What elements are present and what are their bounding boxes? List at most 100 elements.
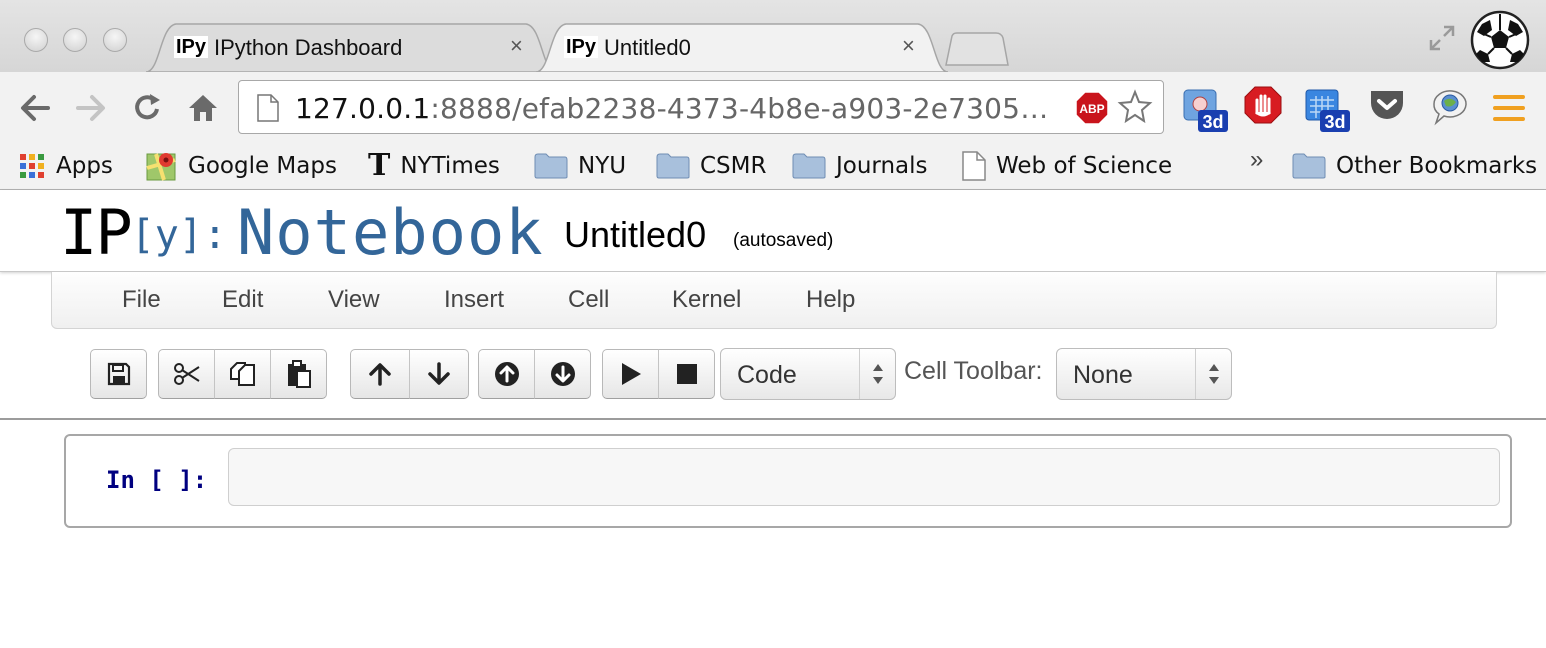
- cell-toolbar-select[interactable]: None: [1056, 348, 1232, 400]
- bookmark-nytimes[interactable]: T NYTimes: [368, 148, 500, 184]
- notebook-menubar: File Edit View Insert Cell Kernel Help: [51, 272, 1497, 329]
- circle-arrow-down-icon: [550, 362, 575, 386]
- notebook-name[interactable]: Untitled0: [564, 214, 706, 256]
- logo-y: [y]:: [130, 212, 227, 258]
- interrupt-kernel-button[interactable]: [658, 349, 715, 399]
- logo-ip: IP: [60, 196, 133, 269]
- bookmark-web-of-science[interactable]: Web of Science: [962, 148, 1172, 184]
- bookmark-nyu[interactable]: NYU: [534, 148, 626, 184]
- tab-close-icon[interactable]: ×: [510, 34, 523, 58]
- bookmark-other-bookmarks[interactable]: Other Bookmarks: [1292, 148, 1537, 184]
- calendar-3d-extension-icon[interactable]: 3d: [1304, 86, 1354, 134]
- menu-file[interactable]: File: [122, 286, 161, 314]
- bookmark-csmr[interactable]: CSMR: [656, 148, 766, 184]
- logo-notebook: Notebook: [236, 196, 544, 269]
- bookmark-label: CSMR: [700, 153, 767, 179]
- window-zoom-button[interactable]: [103, 28, 127, 52]
- google-maps-icon: [146, 153, 176, 181]
- stop-icon: [676, 364, 697, 384]
- folder-icon: [792, 153, 826, 179]
- address-bar[interactable]: 127.0.0.1:8888/efab2238-4373-4b8e-a903-2…: [238, 80, 1164, 134]
- url-text[interactable]: 127.0.0.1:8888/efab2238-4373-4b8e-a903-2…: [295, 92, 1048, 125]
- cell-toolbar-label: Cell Toolbar:: [904, 357, 1043, 385]
- tab-ipython-dashboard[interactable]: IPy IPython Dashboard ×: [146, 22, 556, 72]
- select-arrows-icon: [859, 349, 895, 399]
- pocket-icon[interactable]: [1368, 86, 1406, 124]
- fullscreen-icon[interactable]: [1428, 24, 1456, 52]
- toolbar-divider: [0, 418, 1546, 420]
- page-icon: [962, 151, 986, 181]
- bookmark-journals[interactable]: Journals: [792, 148, 928, 184]
- reload-icon[interactable]: [130, 92, 164, 124]
- bookmarks-bar: Apps Google Maps T NYTimes NYU CSMR Jour…: [0, 142, 1546, 190]
- bookmarks-overflow-icon[interactable]: »: [1250, 146, 1263, 174]
- insert-cell-below-button[interactable]: [534, 349, 591, 399]
- menu-insert[interactable]: Insert: [444, 286, 504, 314]
- tab-untitled0[interactable]: IPy Untitled0 ×: [536, 22, 948, 72]
- speech-globe-icon[interactable]: [1430, 86, 1470, 126]
- clipboard-icon: [287, 360, 311, 388]
- save-button[interactable]: [90, 349, 147, 399]
- floppy-disk-icon: [107, 362, 130, 386]
- page-icon: [257, 94, 279, 122]
- bookmark-label: NYU: [578, 153, 627, 179]
- cell-input-editor[interactable]: [228, 448, 1500, 506]
- select-arrows-icon: [1195, 349, 1231, 399]
- menu-kernel[interactable]: Kernel: [672, 286, 741, 314]
- ipython-logo[interactable]: IP[y]: Notebook: [60, 196, 544, 269]
- bookmark-star-icon[interactable]: [1117, 89, 1153, 125]
- home-icon[interactable]: [186, 92, 220, 124]
- cell-type-select[interactable]: Code: [720, 348, 896, 400]
- cell-type-value: Code: [737, 361, 797, 389]
- adblock-plus-icon[interactable]: ABP: [1075, 91, 1109, 125]
- save-group: [90, 349, 147, 399]
- notebook-header: IP[y]: Notebook Untitled0 (autosaved): [0, 190, 1546, 272]
- url-host: 127.0.0.1: [295, 92, 431, 125]
- bookmark-label: NYTimes: [400, 153, 500, 179]
- menu-edit[interactable]: Edit: [222, 286, 263, 314]
- calendar-extension-icon[interactable]: 3d: [1182, 86, 1232, 134]
- edit-group: [158, 349, 327, 399]
- hamburger-menu-icon[interactable]: [1492, 92, 1526, 124]
- scissors-icon: [173, 363, 200, 385]
- tab-close-icon[interactable]: ×: [902, 34, 915, 58]
- insert-group: [478, 349, 591, 399]
- bookmark-google-maps[interactable]: Google Maps: [146, 148, 337, 184]
- arrow-down-icon: [428, 362, 450, 385]
- profile-avatar-icon[interactable]: [1470, 10, 1530, 70]
- move-cell-down-button[interactable]: [409, 349, 469, 399]
- paste-button[interactable]: [270, 349, 327, 399]
- nytimes-icon: T: [368, 148, 391, 183]
- tab-title: Untitled0: [604, 35, 691, 60]
- bookmark-label: Google Maps: [188, 153, 337, 179]
- forward-arrow-icon[interactable]: [74, 92, 108, 124]
- bookmark-label: Other Bookmarks: [1336, 153, 1538, 179]
- window-minimize-button[interactable]: [63, 28, 87, 52]
- new-tab-button[interactable]: [944, 32, 1010, 66]
- bookmark-apps[interactable]: Apps: [18, 148, 113, 184]
- circle-arrow-up-icon: [494, 362, 519, 386]
- input-prompt: In [ ]:: [106, 466, 208, 494]
- run-cell-button[interactable]: [602, 349, 659, 399]
- adblock-hand-icon[interactable]: [1244, 86, 1282, 124]
- arrow-up-icon: [369, 363, 391, 386]
- bookmark-label: Web of Science: [996, 153, 1173, 179]
- copy-icon: [229, 362, 255, 386]
- code-cell[interactable]: In [ ]:: [64, 434, 1512, 528]
- copy-button[interactable]: [214, 349, 271, 399]
- insert-cell-above-button[interactable]: [478, 349, 535, 399]
- cut-button[interactable]: [158, 349, 215, 399]
- window-close-button[interactable]: [24, 28, 48, 52]
- play-icon: [621, 363, 641, 385]
- run-group: [602, 349, 715, 399]
- tab-favicon-ipy: IPy: [174, 36, 209, 58]
- browser-toolbar: 127.0.0.1:8888/efab2238-4373-4b8e-a903-2…: [0, 72, 1546, 142]
- tab-title: IPython Dashboard: [214, 35, 403, 60]
- move-cell-up-button[interactable]: [350, 349, 410, 399]
- menu-view[interactable]: View: [328, 286, 380, 314]
- menu-cell[interactable]: Cell: [568, 286, 609, 314]
- folder-icon: [656, 153, 690, 179]
- bookmark-label: Journals: [836, 153, 928, 179]
- back-arrow-icon[interactable]: [18, 92, 52, 124]
- menu-help[interactable]: Help: [806, 286, 855, 314]
